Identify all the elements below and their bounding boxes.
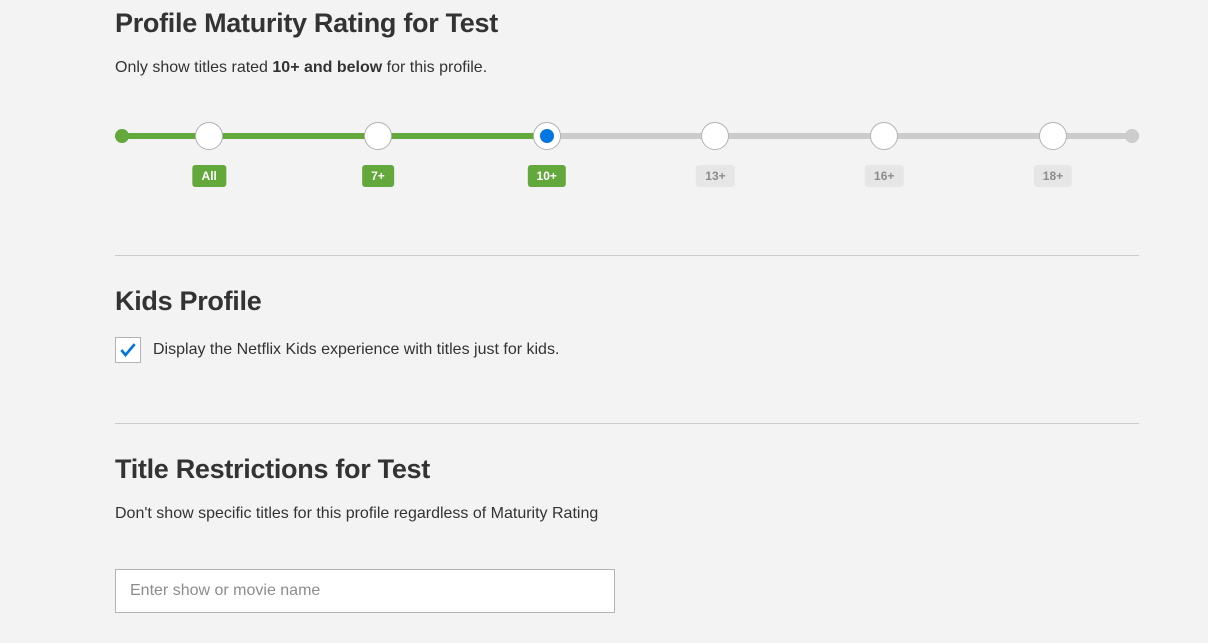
divider bbox=[115, 423, 1139, 424]
maturity-subtext: Only show titles rated 10+ and below for… bbox=[115, 59, 1138, 77]
restrictions-subtext: Don't show specific titles for this prof… bbox=[115, 505, 1138, 523]
selected-dot-icon bbox=[540, 129, 554, 143]
kids-section: Kids Profile Display the Netflix Kids ex… bbox=[115, 286, 1138, 423]
settings-container: Profile Maturity Rating for Test Only sh… bbox=[0, 0, 1208, 643]
slider-stop-all[interactable] bbox=[195, 122, 223, 150]
title-search-input[interactable] bbox=[115, 569, 615, 613]
slider-stop-13plus[interactable] bbox=[701, 122, 729, 150]
slider-label-all: All bbox=[193, 165, 226, 187]
divider bbox=[115, 255, 1139, 256]
slider-label-13plus: 13+ bbox=[696, 165, 734, 187]
slider-label-7plus: 7+ bbox=[362, 165, 394, 187]
maturity-title: Profile Maturity Rating for Test bbox=[115, 8, 1138, 39]
slider-endcap-right bbox=[1125, 129, 1139, 143]
restrictions-title: Title Restrictions for Test bbox=[115, 454, 1138, 485]
kids-checkbox-label: Display the Netflix Kids experience with… bbox=[153, 341, 559, 359]
maturity-slider[interactable]: All 7+ 10+ 13+ 16+ 18+ bbox=[115, 125, 1139, 215]
slider-label-18plus: 18+ bbox=[1034, 165, 1072, 187]
slider-fill bbox=[115, 133, 547, 139]
maturity-subtext-prefix: Only show titles rated bbox=[115, 59, 272, 76]
kids-checkbox[interactable] bbox=[115, 337, 141, 363]
slider-stop-18plus[interactable] bbox=[1039, 122, 1067, 150]
maturity-subtext-bold: 10+ and below bbox=[272, 59, 382, 76]
slider-stop-16plus[interactable] bbox=[870, 122, 898, 150]
slider-label-16plus: 16+ bbox=[865, 165, 903, 187]
checkmark-icon bbox=[118, 340, 138, 360]
maturity-subtext-suffix: for this profile. bbox=[382, 59, 487, 76]
slider-stop-7plus[interactable] bbox=[364, 122, 392, 150]
maturity-section: Profile Maturity Rating for Test Only sh… bbox=[115, 8, 1138, 255]
kids-checkbox-row: Display the Netflix Kids experience with… bbox=[115, 337, 1138, 363]
restrictions-section: Title Restrictions for Test Don't show s… bbox=[115, 454, 1138, 643]
kids-title: Kids Profile bbox=[115, 286, 1138, 317]
slider-endcap-left bbox=[115, 129, 129, 143]
slider-stop-10plus[interactable] bbox=[533, 122, 561, 150]
slider-label-10plus: 10+ bbox=[528, 165, 566, 187]
